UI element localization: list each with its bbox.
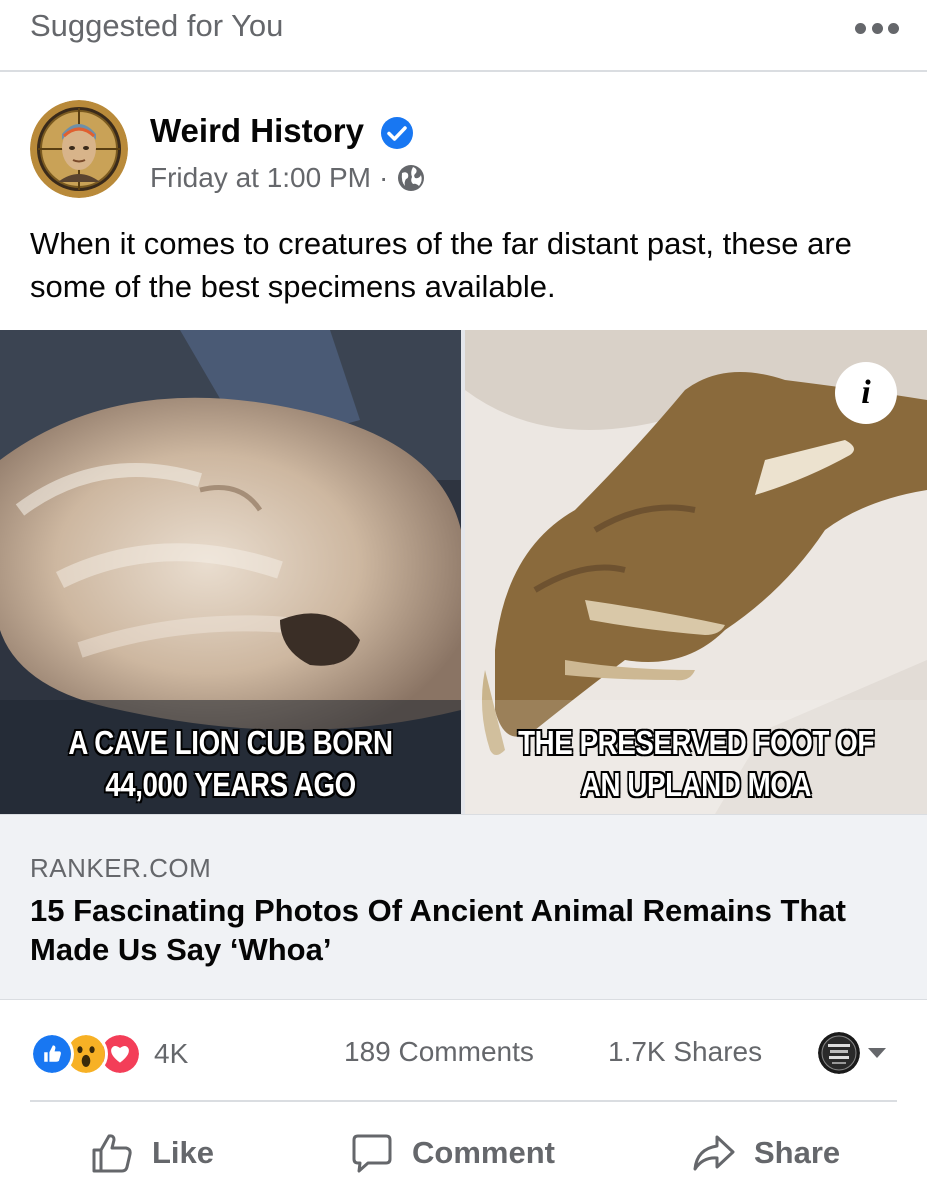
link-title: 15 Fascinating Photos Of Ancient Animal … (30, 893, 846, 967)
dot (855, 22, 866, 34)
image-right-caption: THE PRESERVED FOOT OF AN UPLAND MOA (518, 724, 874, 803)
like-reaction-icon (30, 1032, 74, 1076)
globe-icon (398, 165, 425, 191)
share-as-avatar[interactable] (818, 1032, 860, 1074)
cave-lion-photo: A CAVE LION CUB BORN 44,000 YEARS AGO (0, 330, 461, 814)
reaction-count: 4K (154, 1038, 189, 1069)
share-label: Share (754, 1135, 841, 1170)
meta-separator: · (378, 162, 389, 193)
link-preview-meta[interactable]: RANKER.COM 15 Fascinating Photos Of Anci… (0, 814, 927, 1000)
dot (871, 22, 883, 34)
post-text: When it comes to creatures of the far di… (30, 226, 852, 304)
more-options-icon[interactable] (855, 16, 899, 40)
suggested-header: Suggested for You (0, 0, 927, 72)
post-meta: Friday at 1:00 PM · (150, 162, 426, 194)
dot (888, 22, 899, 34)
reactions-summary[interactable]: 4K (30, 1032, 188, 1076)
post-actions: Like Comment Share (0, 1110, 927, 1196)
post-header: Weird History Friday at 1:00 PM · (0, 96, 927, 206)
engagement-stats: 4K 189 Comments 1.7K Shares (0, 1030, 927, 1080)
comments-count[interactable]: 189 Comments (344, 1036, 534, 1068)
share-button[interactable]: Share (692, 1128, 840, 1178)
page-avatar[interactable] (30, 100, 128, 198)
comment-bubble-icon (352, 1134, 392, 1173)
thumbs-up-icon (92, 1134, 132, 1173)
info-icon[interactable]: i (835, 362, 897, 424)
comment-label: Comment (412, 1135, 555, 1170)
link-preview-image[interactable]: A CAVE LION CUB BORN 44,000 YEARS AGO TH… (0, 330, 927, 814)
chevron-down-icon[interactable] (868, 1048, 886, 1058)
image-left-caption: A CAVE LION CUB BORN 44,000 YEARS AGO (68, 724, 393, 803)
shares-count[interactable]: 1.7K Shares (608, 1036, 762, 1068)
page-name[interactable]: Weird History (150, 112, 364, 150)
like-label: Like (152, 1135, 215, 1170)
like-button[interactable]: Like (90, 1128, 214, 1178)
suggested-label: Suggested for You (30, 8, 284, 43)
share-arrow-icon (693, 1135, 735, 1171)
post-timestamp[interactable]: Friday at 1:00 PM (150, 162, 371, 194)
verified-badge-icon (381, 117, 413, 149)
actions-divider (30, 1100, 897, 1102)
link-domain: RANKER.COM (30, 853, 212, 883)
comment-button[interactable]: Comment (350, 1128, 555, 1178)
